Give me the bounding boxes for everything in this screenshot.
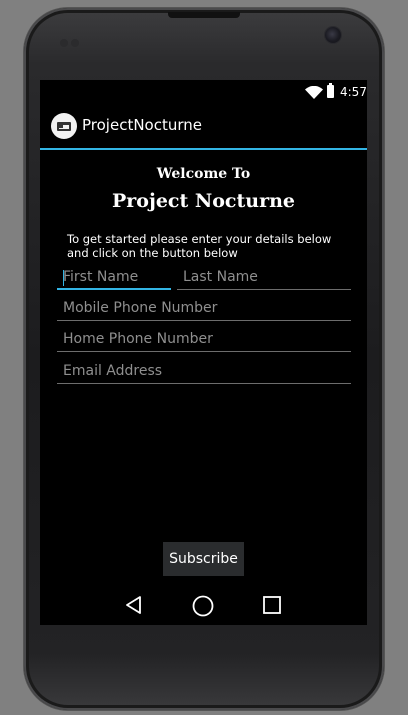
- emulator-frame: 4:57 ProjectNocturne Welcome To Project …: [0, 0, 408, 715]
- earpiece-slot: [168, 12, 240, 18]
- brand-heading: Project Nocturne: [111, 190, 295, 212]
- welcome-heading: Welcome To: [156, 166, 251, 182]
- recent-apps-icon[interactable]: [262, 595, 282, 619]
- last-name-field[interactable]: [177, 268, 351, 290]
- home-phone-field[interactable]: [57, 330, 351, 352]
- status-bar: 4:57: [40, 80, 367, 104]
- first-name-field[interactable]: [57, 268, 171, 290]
- front-camera: [325, 27, 341, 43]
- status-time: 4:57: [340, 85, 367, 99]
- app-title: ProjectNocturne: [82, 116, 202, 134]
- main-content: Welcome To Project Nocturne To get start…: [40, 150, 367, 560]
- action-bar: ProjectNocturne: [40, 104, 367, 150]
- app-bed-icon[interactable]: [51, 113, 77, 139]
- email-field[interactable]: [57, 362, 351, 384]
- intro-text: To get started please enter your details…: [67, 232, 332, 260]
- back-icon[interactable]: [124, 595, 144, 619]
- wifi-icon: [305, 85, 323, 102]
- home-icon[interactable]: [192, 595, 214, 621]
- subscribe-button[interactable]: Subscribe: [163, 542, 244, 576]
- mobile-phone-field[interactable]: [57, 299, 351, 321]
- device-bezel: 4:57 ProjectNocturne Welcome To Project …: [24, 8, 384, 710]
- navigation-bar: [40, 585, 367, 625]
- device-screen: 4:57 ProjectNocturne Welcome To Project …: [40, 80, 367, 625]
- battery-icon: [327, 83, 334, 98]
- text-cursor: [63, 270, 64, 286]
- sensor-dots: [60, 32, 82, 47]
